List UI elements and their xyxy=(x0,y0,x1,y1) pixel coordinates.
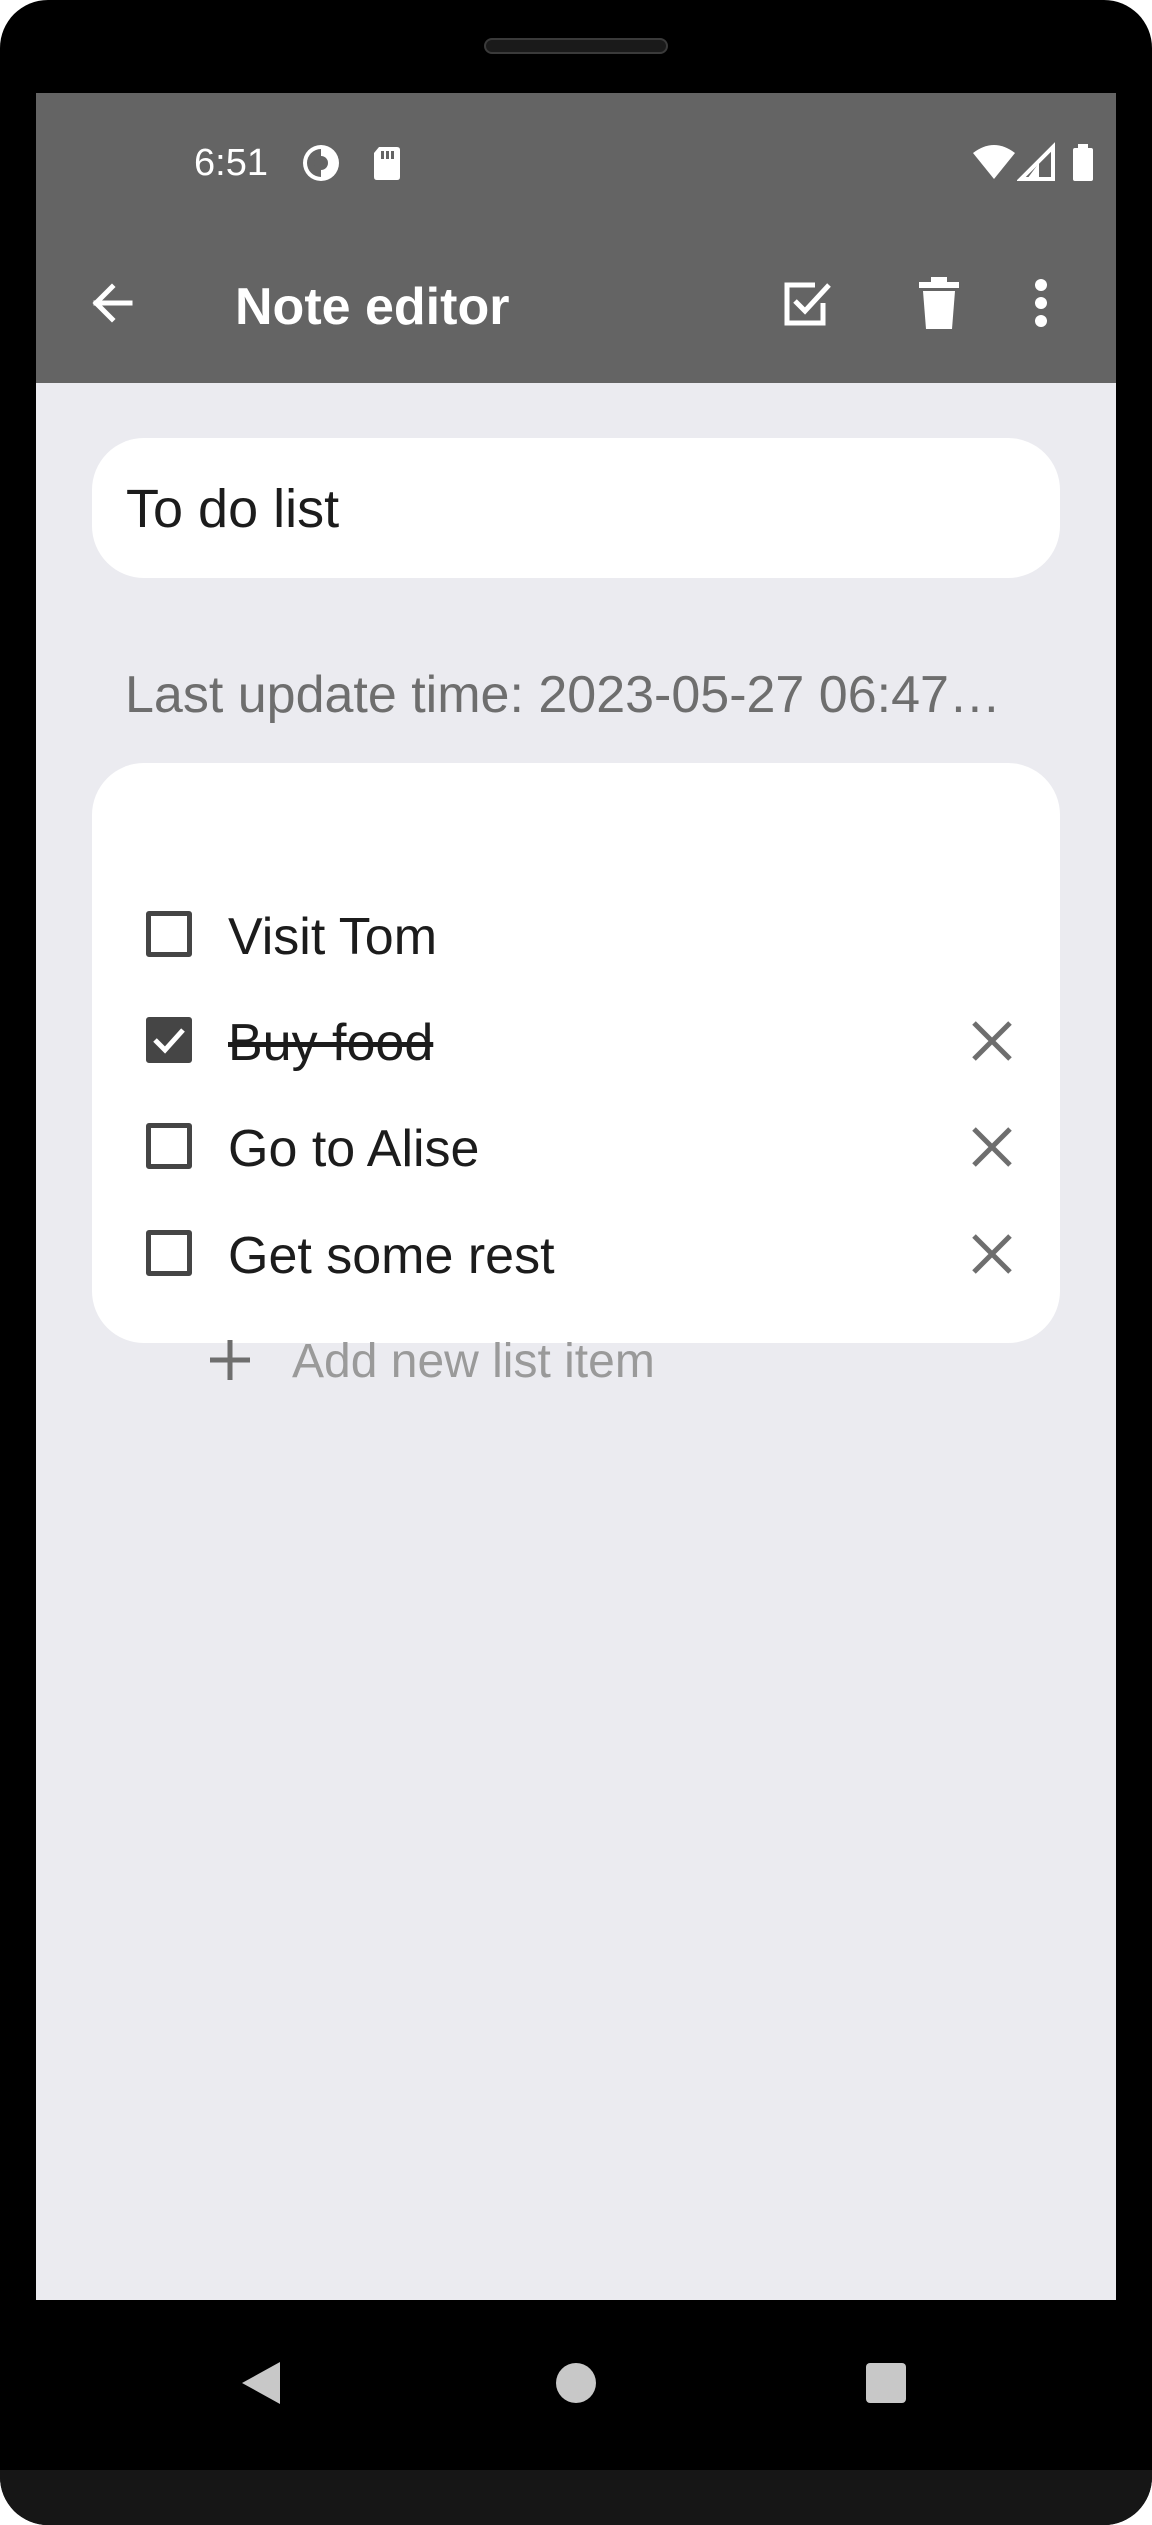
app-bar: Note editor xyxy=(36,227,1116,383)
checklist-card: Visit Tom Buy food Go to Alise Get some … xyxy=(92,763,1060,1388)
more-vert-icon xyxy=(1033,278,1049,333)
sd-card-icon xyxy=(365,141,409,185)
item-label[interactable]: Go to Alise xyxy=(228,1119,479,1179)
app-bar-title: Note editor xyxy=(235,278,510,336)
phone-device: 6:51 Note editor To do list Last update … xyxy=(0,0,1152,2525)
remove-item-button[interactable] xyxy=(962,1226,1022,1286)
item-checkbox[interactable] xyxy=(146,911,192,957)
mark-all-checked-button[interactable] xyxy=(759,257,855,353)
nav-home-icon xyxy=(554,2361,598,2410)
device-bottom-bezel xyxy=(0,2470,1152,2525)
status-time: 6:51 xyxy=(194,142,268,184)
status-bar: 6:51 xyxy=(36,93,1116,227)
check-mark-icon xyxy=(153,1028,185,1054)
item-label[interactable]: Get some rest xyxy=(228,1226,555,1286)
plus-icon xyxy=(208,1338,252,1387)
cell-signal-icon xyxy=(1016,141,1057,185)
nav-recents-icon xyxy=(865,2362,907,2409)
close-icon xyxy=(970,1125,1014,1174)
note-title-text: To do list xyxy=(126,479,340,539)
trash-icon xyxy=(915,275,963,336)
back-arrow-icon xyxy=(88,279,136,332)
item-checkbox[interactable] xyxy=(146,1230,192,1276)
screen: 6:51 Note editor To do list Last update … xyxy=(36,93,1116,2300)
remove-item-button[interactable] xyxy=(962,1013,1022,1073)
item-checkbox[interactable] xyxy=(146,1123,192,1169)
item-label[interactable]: Buy food xyxy=(228,1013,433,1073)
check-box-icon xyxy=(779,275,835,336)
nav-recents-button[interactable] xyxy=(841,2340,931,2430)
more-options-button[interactable] xyxy=(1006,257,1076,353)
battery-icon xyxy=(1070,141,1096,185)
note-title-field[interactable]: To do list xyxy=(92,438,1060,578)
list-item: Go to Alise xyxy=(92,1097,1060,1203)
last-update-time: Last update time: 2023-05-27 06:47… xyxy=(125,666,1001,724)
nav-back-icon xyxy=(238,2358,284,2413)
close-icon xyxy=(970,1232,1014,1281)
nav-home-button[interactable] xyxy=(531,2340,621,2430)
back-button[interactable] xyxy=(64,257,160,353)
close-icon xyxy=(970,1019,1014,1068)
add-list-item-button[interactable]: Add new list item xyxy=(92,1322,1060,1408)
remove-item-button[interactable] xyxy=(962,1119,1022,1179)
delete-button[interactable] xyxy=(891,257,987,353)
earpiece-speaker xyxy=(484,38,668,54)
list-item: Buy food xyxy=(92,991,1060,1097)
nav-back-button[interactable] xyxy=(216,2340,306,2430)
add-list-item-label: Add new list item xyxy=(292,1335,655,1388)
list-item: Visit Tom xyxy=(92,885,1060,991)
system-nav-bar xyxy=(0,2300,1152,2470)
item-checkbox[interactable] xyxy=(146,1017,192,1063)
item-label[interactable]: Visit Tom xyxy=(228,907,437,967)
wifi-icon xyxy=(971,141,1017,185)
data-saver-icon xyxy=(299,141,343,185)
list-item: Get some rest xyxy=(92,1204,1060,1310)
